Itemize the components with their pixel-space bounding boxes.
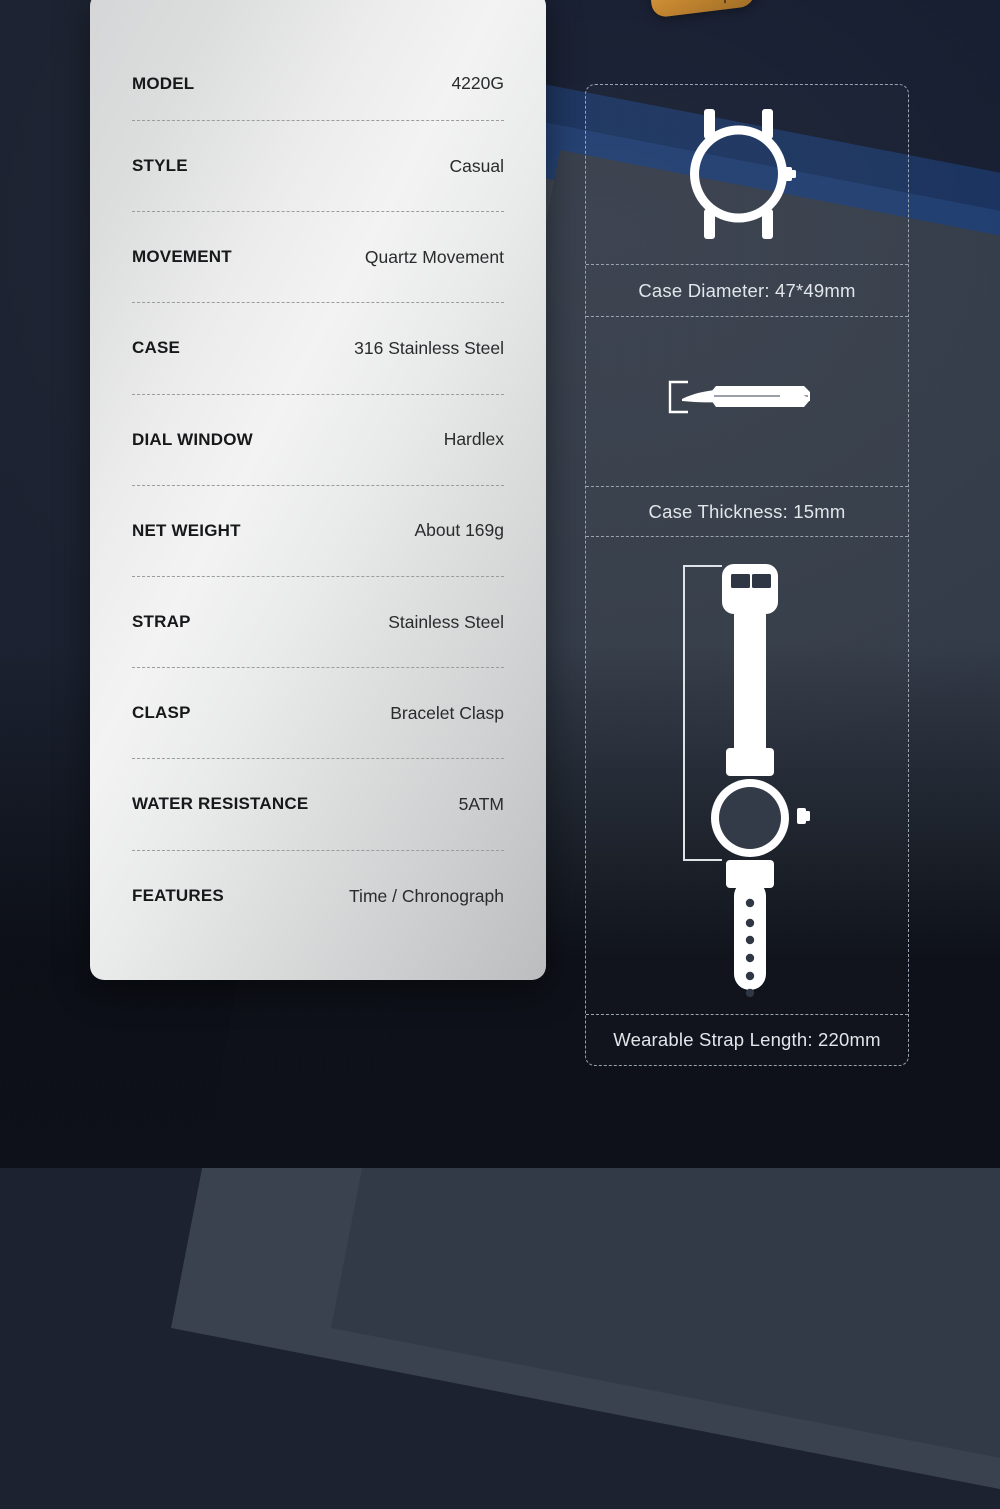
- spec-value-net-weight: About 169g: [414, 520, 504, 541]
- spec-value-dial-window: Hardlex: [443, 429, 504, 450]
- strap-length-figure: [586, 537, 908, 1015]
- dimension-block-case-thickness: Case Thickness: 15mm: [586, 317, 908, 537]
- spec-value-model: 4220G: [451, 73, 504, 93]
- spec-value-case: 316 Stainless Steel: [354, 337, 504, 358]
- spec-value-clasp: Bracelet Clasp: [390, 702, 504, 723]
- spec-value-movement: Quartz Movement: [364, 246, 504, 267]
- spec-value-style: Casual: [449, 155, 504, 176]
- spec-label-movement: MOVEMENT: [132, 247, 232, 267]
- dimensions-panel: Case Diameter: 47*49mm Case Thickness: 1…: [585, 84, 909, 1066]
- spec-row-dial-window: DIAL WINDOW Hardlex: [132, 395, 504, 486]
- strap-length-caption: Wearable Strap Length: 220mm: [613, 1029, 881, 1050]
- spec-row-movement: MOVEMENT Quartz Movement: [132, 212, 504, 304]
- spec-label-dial-window: DIAL WINDOW: [132, 429, 253, 449]
- watch-case-front-icon: [690, 108, 796, 239]
- watch-case-side-icon: [668, 380, 810, 413]
- spec-value-water-resistance: 5ATM: [458, 793, 504, 814]
- spec-label-strap: STRAP: [132, 612, 191, 632]
- spec-row-strap: STRAP Stainless Steel: [132, 577, 504, 669]
- spec-label-style: STYLE: [132, 156, 188, 176]
- case-thickness-caption: Case Thickness: 15mm: [586, 487, 908, 537]
- watch-strap-full-icon: [683, 563, 810, 997]
- spec-row-clasp: CLASP Bracelet Clasp: [132, 668, 504, 760]
- spec-row-features: FEATURES Time / Chronograph: [132, 851, 504, 942]
- spec-label-water-resistance: WATER RESISTANCE: [132, 794, 309, 814]
- clasp-window-right: [752, 573, 771, 588]
- spec-row-net-weight: NET WEIGHT About 169g: [132, 486, 504, 577]
- spec-label-net-weight: NET WEIGHT: [132, 520, 241, 540]
- case-thickness-figure: [586, 317, 908, 487]
- spec-label-model: MODEL: [132, 74, 195, 93]
- specifications-card: MODEL 4220G STYLE Casual MOVEMENT Quartz…: [90, 0, 546, 980]
- case-diameter-caption: Case Diameter: 47*49mm: [586, 265, 908, 317]
- spec-row-style: STYLE Casual: [132, 121, 504, 213]
- spec-value-features: Time / Chronograph: [349, 885, 504, 906]
- spec-label-clasp: CLASP: [132, 703, 191, 723]
- spec-row-case: CASE 316 Stainless Steel: [132, 303, 504, 395]
- spec-value-strap: Stainless Steel: [388, 611, 504, 632]
- spec-row-water-resistance: WATER RESISTANCE 5ATM: [132, 759, 504, 851]
- dimension-block-case-diameter: Case Diameter: 47*49mm: [586, 85, 908, 317]
- spec-label-features: FEATURES: [132, 886, 224, 906]
- case-diameter-figure: [586, 85, 908, 265]
- spec-label-case: CASE: [132, 338, 181, 358]
- dimension-block-strap-length: Wearable Strap Length: 220mm: [586, 537, 908, 1065]
- clasp-window-left: [731, 573, 750, 588]
- spec-row-model: MODEL 4220G: [132, 0, 504, 121]
